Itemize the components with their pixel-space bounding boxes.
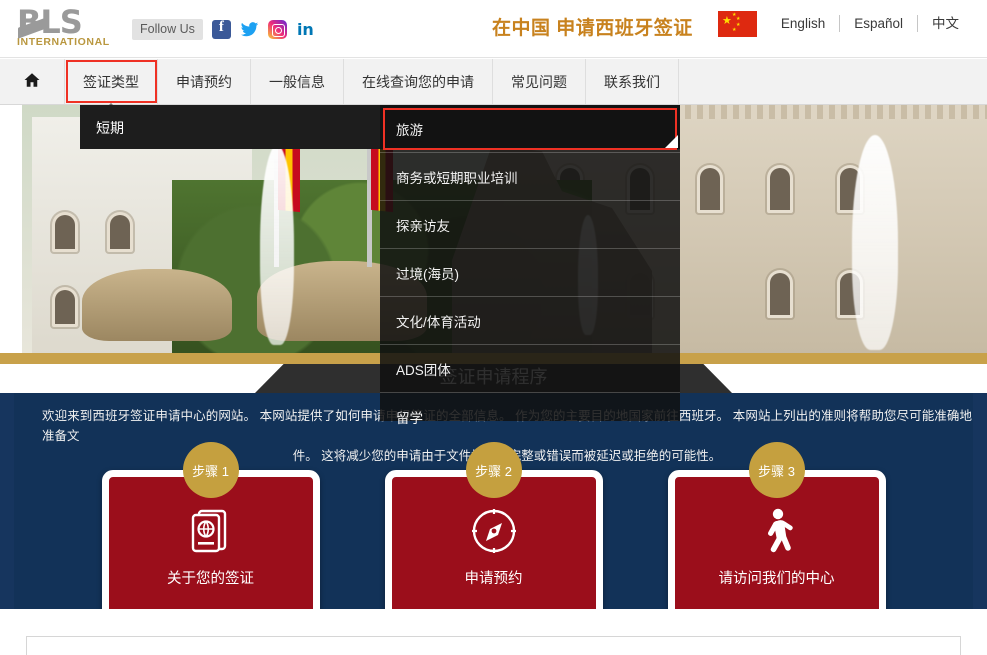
- china-flag-icon: ★ ★ ★ ★ ★: [718, 11, 757, 37]
- top-bar: BLS INTERNATIONAL Follow Us in 在中国 申请西班牙…: [0, 0, 987, 58]
- nav-label: 申请预约: [176, 73, 232, 90]
- compass-icon: [468, 505, 520, 557]
- nav-item-faq[interactable]: 常见问题: [493, 59, 586, 104]
- dropdown-item-label: 留学: [396, 411, 423, 426]
- flag-star-large: ★: [722, 15, 732, 27]
- dropdown-item-ads-group[interactable]: ADS团体: [380, 345, 680, 393]
- lang-espanol[interactable]: Español: [839, 15, 917, 32]
- dropdown-item-family-visit[interactable]: 探亲访友: [380, 201, 680, 249]
- dropdown-item-label: 文化/体育活动: [396, 314, 481, 330]
- page-title: 在中国 申请西班牙签证: [492, 18, 693, 39]
- step-badge: 步骤 3: [748, 442, 805, 498]
- hero-fountain-right: [852, 135, 898, 350]
- follow-us-group: Follow Us in: [132, 19, 315, 40]
- hero-fountain-left: [260, 145, 294, 345]
- nav-item-visa-types[interactable]: 签证类型: [65, 59, 158, 113]
- passport-icon: [185, 505, 237, 557]
- lang-chinese[interactable]: 中文: [917, 15, 973, 32]
- dropdown-item-label: 商务或短期职业培训: [396, 170, 518, 186]
- dropdown-item-label: 探亲访友: [396, 218, 450, 234]
- language-switcher: English Español 中文: [767, 15, 973, 32]
- step-badge: 步骤 2: [465, 442, 522, 498]
- nav-label: 一般信息: [269, 73, 325, 90]
- step-badge: 步骤 1: [182, 442, 239, 498]
- dropdown-item-label: 过境(海员): [396, 266, 459, 282]
- nav-item-general-info[interactable]: 一般信息: [251, 59, 344, 104]
- nav-item-appointment[interactable]: 申请预约: [158, 59, 251, 104]
- lang-english[interactable]: English: [767, 15, 839, 32]
- bls-logo[interactable]: BLS INTERNATIONAL: [17, 6, 117, 51]
- nav-label: 联系我们: [604, 73, 660, 90]
- nav-item-home[interactable]: [0, 59, 65, 104]
- twitter-icon[interactable]: [240, 20, 259, 39]
- instagram-icon[interactable]: [267, 20, 287, 39]
- walking-person-icon: [751, 505, 803, 557]
- bottom-content-box: [26, 636, 961, 655]
- dropdown-item-business[interactable]: 商务或短期职业培训: [380, 153, 680, 201]
- follow-us-label: Follow Us: [132, 19, 203, 40]
- main-navigation: 签证类型 申请预约 一般信息 在线查询您的申请 常见问题 联系我们: [0, 59, 987, 113]
- dropdown-level1-label: 短期: [96, 120, 124, 136]
- nav-item-track-application[interactable]: 在线查询您的申请: [344, 59, 493, 104]
- flag-star-small-4: ★: [732, 27, 737, 33]
- hero-lion-left: [82, 269, 232, 341]
- dropdown-level2-menu: 旅游 商务或短期职业培训 探亲访友 过境(海员) 文化/体育活动 ADS团体 留…: [380, 105, 680, 426]
- nav-label: 常见问题: [511, 73, 567, 90]
- submenu-corner-icon: [665, 135, 678, 148]
- logo-sub-text: INTERNATIONAL: [17, 36, 110, 48]
- nav-label: 在线查询您的申请: [362, 73, 474, 90]
- dropdown-item-label: 旅游: [396, 122, 423, 138]
- dropdown-item-label: ADS团体: [396, 362, 451, 378]
- dropdown-item-cultural-sports[interactable]: 文化/体育活动: [380, 297, 680, 345]
- home-icon: [22, 71, 42, 93]
- dropdown-item-tourism[interactable]: 旅游: [380, 105, 680, 153]
- page-root: BLS INTERNATIONAL Follow Us in 在中国 申请西班牙…: [0, 0, 987, 655]
- nav-item-contact-us[interactable]: 联系我们: [586, 59, 679, 104]
- step-card-label: 请访问我们的中心: [718, 570, 835, 587]
- step-card-label: 关于您的签证: [167, 570, 254, 587]
- linkedin-icon[interactable]: in: [296, 20, 315, 39]
- flag-star-small-3: ★: [736, 22, 741, 28]
- nav-label: 签证类型: [83, 73, 139, 90]
- facebook-icon[interactable]: [211, 19, 231, 39]
- bottom-section: [0, 609, 987, 655]
- step-card-label: 申请预约: [464, 570, 523, 587]
- dropdown-item-transit-seaman[interactable]: 过境(海员): [380, 249, 680, 297]
- dropdown-item-study[interactable]: 留学: [380, 393, 680, 441]
